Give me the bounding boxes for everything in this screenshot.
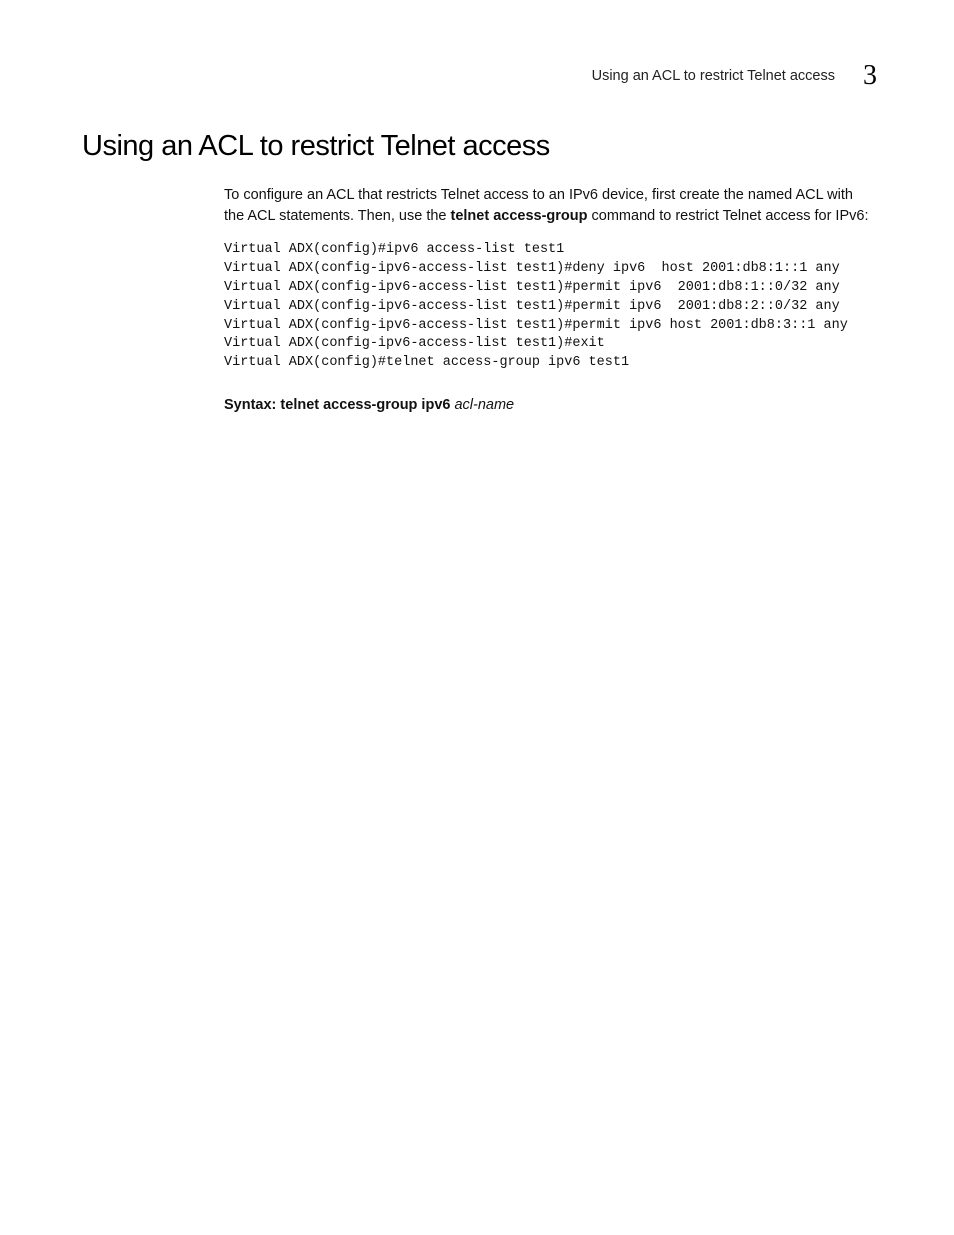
intro-paragraph: To configure an ACL that restricts Telne… xyxy=(224,185,876,227)
syntax-command: telnet access-group ipv6 xyxy=(280,397,450,413)
page-header: Using an ACL to restrict Telnet access 3 xyxy=(592,60,876,92)
page-content: Using an ACL to restrict Telnet access T… xyxy=(82,130,876,413)
section-heading: Using an ACL to restrict Telnet access xyxy=(82,130,876,163)
code-block: Virtual ADX(config)#ipv6 access-list tes… xyxy=(224,241,876,373)
intro-text-part2: command to restrict Telnet access for IP… xyxy=(588,208,869,224)
syntax-line: Syntax: telnet access-group ipv6 acl-nam… xyxy=(224,397,876,413)
running-title: Using an ACL to restrict Telnet access xyxy=(592,68,835,84)
syntax-arg: acl-name xyxy=(450,397,514,413)
chapter-number: 3 xyxy=(863,60,876,92)
syntax-label: Syntax: xyxy=(224,397,280,413)
intro-command-bold: telnet access-group xyxy=(451,208,588,224)
